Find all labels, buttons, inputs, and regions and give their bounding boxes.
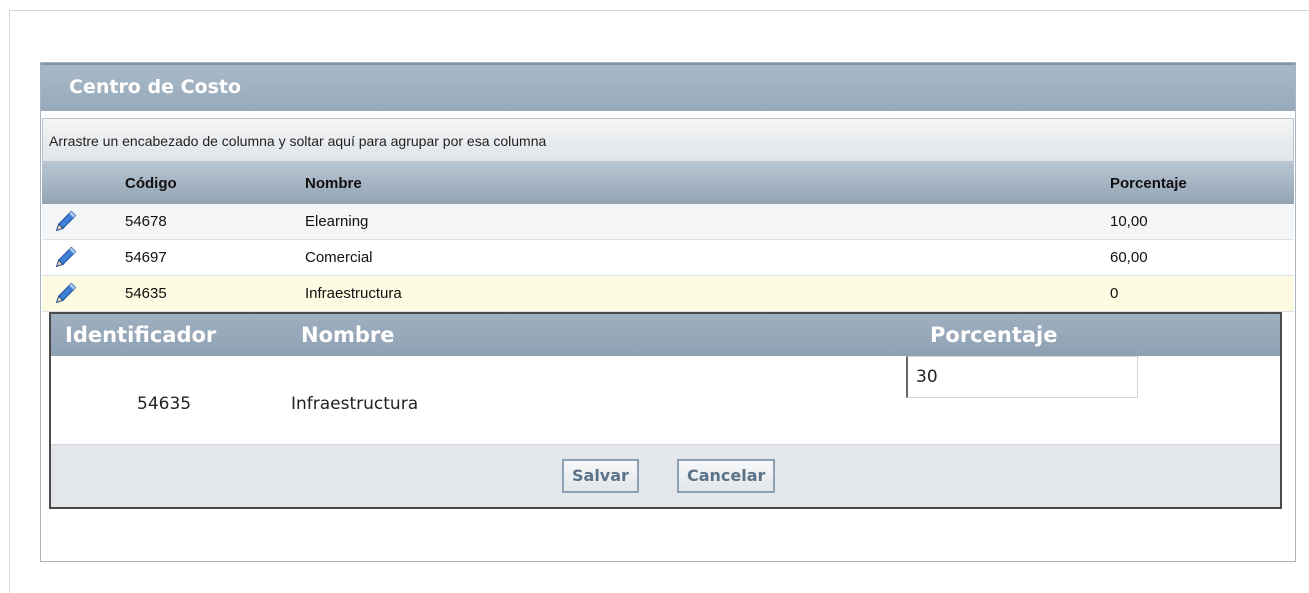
pencil-icon[interactable] — [52, 281, 78, 307]
edit-form-body: 54635 Infraestructura — [51, 356, 1280, 444]
pencil-icon[interactable] — [52, 245, 78, 271]
table-row-selected[interactable]: 54635 Infraestructura 0 — [42, 276, 1294, 312]
cell-nombre: Comercial — [305, 249, 373, 266]
cell-nombre: Elearning — [305, 213, 369, 230]
cell-nombre: Infraestructura — [305, 285, 402, 302]
cell-porcentaje: 10,00 — [1110, 213, 1148, 230]
column-header-porcentaje[interactable]: Porcentaje — [1110, 175, 1187, 192]
table-row[interactable]: 54678 Elearning 10,00 — [42, 204, 1294, 240]
cost-center-panel: Centro de Costo Arrastre un encabezado d… — [40, 62, 1296, 562]
edit-header-porcentaje: Porcentaje — [930, 323, 1058, 347]
cell-codigo: 54678 — [125, 213, 167, 230]
group-by-drop-area[interactable]: Arrastre un encabezado de columna y solt… — [42, 118, 1294, 162]
inline-edit-form: Identificador Nombre Porcentaje 54635 In… — [49, 312, 1282, 509]
edit-form-header: Identificador Nombre Porcentaje — [51, 314, 1280, 356]
table-row[interactable]: 54697 Comercial 60,00 — [42, 240, 1294, 276]
edit-header-identificador: Identificador — [65, 323, 217, 347]
cell-porcentaje: 0 — [1110, 285, 1119, 302]
column-header-nombre[interactable]: Nombre — [305, 175, 362, 192]
identificador-value: 54635 — [137, 394, 192, 414]
nombre-value: Infraestructura — [291, 394, 419, 414]
cancel-button[interactable]: Cancelar — [677, 459, 776, 493]
grid-column-header: Código Nombre Porcentaje — [42, 162, 1294, 204]
save-button[interactable]: Salvar — [562, 459, 639, 493]
cell-codigo: 54635 — [125, 285, 167, 302]
pencil-icon[interactable] — [52, 209, 78, 235]
cell-codigo: 54697 — [125, 249, 167, 266]
edit-form-footer: Salvar Cancelar — [51, 444, 1280, 507]
porcentaje-input[interactable] — [906, 356, 1138, 398]
edit-header-nombre: Nombre — [301, 323, 395, 347]
cell-porcentaje: 60,00 — [1110, 249, 1148, 266]
column-header-codigo[interactable]: Código — [125, 175, 177, 192]
panel-title: Centro de Costo — [41, 63, 1295, 111]
